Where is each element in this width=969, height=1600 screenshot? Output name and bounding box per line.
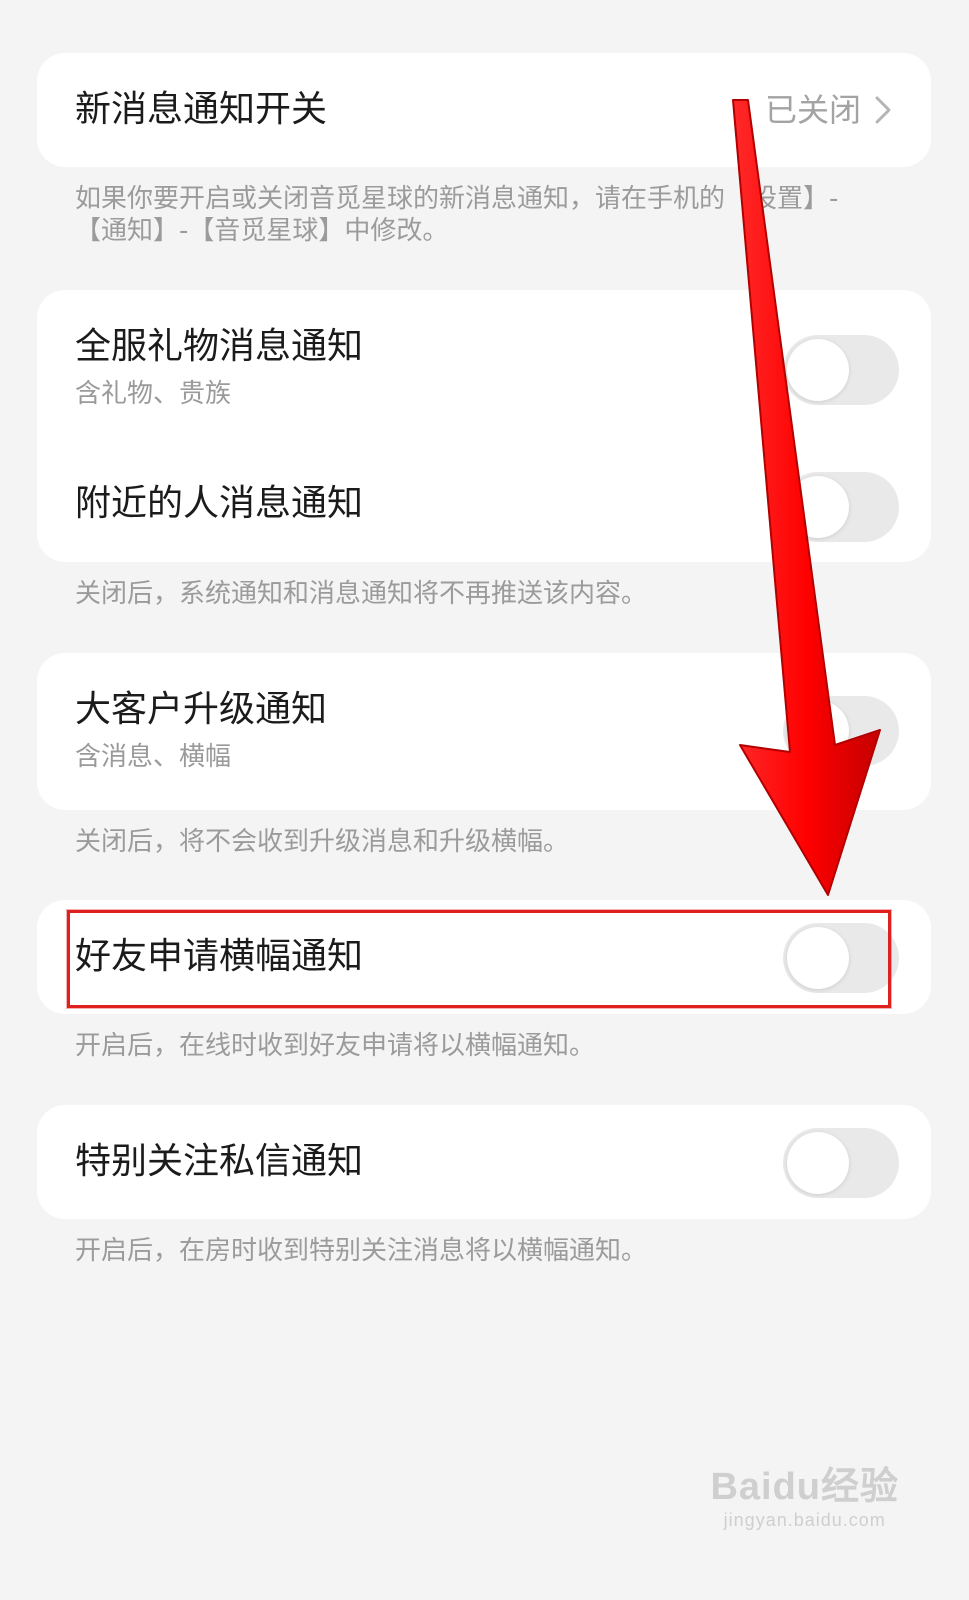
special-follow-row: 特别关注私信通知 xyxy=(37,1105,931,1219)
new-message-switch-row[interactable]: 新消息通知开关 已关闭 xyxy=(37,53,931,167)
gift-notification-toggle[interactable] xyxy=(783,335,899,405)
chevron-right-icon xyxy=(875,96,891,124)
toggle-knob xyxy=(787,927,849,989)
broadcast-card: 全服礼物消息通知 含礼物、贵族 附近的人消息通知 xyxy=(37,290,931,562)
new-message-description: 如果你要开启或关闭音觅星球的新消息通知，请在手机的【设置】-【通知】-【音觅星球… xyxy=(75,184,839,246)
gift-notification-label: 全服礼物消息通知 xyxy=(75,326,364,367)
vip-upgrade-row: 大客户升级通知 含消息、横幅 xyxy=(37,653,931,810)
friend-request-toggle[interactable] xyxy=(783,923,899,993)
toggle-knob xyxy=(787,1132,849,1194)
toggle-knob xyxy=(787,339,849,401)
special-follow-card: 特别关注私信通知 xyxy=(37,1105,931,1219)
vip-upgrade-toggle[interactable] xyxy=(783,696,899,766)
watermark-brand: Baidu经验 xyxy=(710,1466,899,1508)
special-follow-description: 开启后，在房时收到特别关注消息将以横幅通知。 xyxy=(75,1236,648,1266)
vip-upgrade-description: 关闭后，将不会收到升级消息和升级横幅。 xyxy=(75,827,570,857)
baidu-watermark: Baidu经验 jingyan.baidu.com xyxy=(710,1455,899,1531)
special-follow-toggle[interactable] xyxy=(783,1128,899,1198)
new-message-switch-status: 已关闭 xyxy=(764,91,861,129)
nearby-notification-row: 附近的人消息通知 xyxy=(37,440,931,562)
watermark-url: jingyan.baidu.com xyxy=(723,1510,886,1530)
friend-request-card: 好友申请横幅通知 xyxy=(37,900,931,1014)
vip-upgrade-label: 大客户升级通知 xyxy=(75,689,328,730)
vip-upgrade-sub: 含消息、横幅 xyxy=(75,742,232,772)
toggle-knob xyxy=(787,700,849,762)
vip-upgrade-card: 大客户升级通知 含消息、横幅 xyxy=(37,653,931,810)
friend-request-description: 开启后，在线时收到好友申请将以横幅通知。 xyxy=(75,1031,596,1061)
nearby-notification-label: 附近的人消息通知 xyxy=(75,483,364,524)
new-message-switch-label: 新消息通知开关 xyxy=(75,89,328,130)
toggle-knob xyxy=(787,476,849,538)
special-follow-label: 特别关注私信通知 xyxy=(75,1141,364,1182)
gift-notification-sub: 含礼物、贵族 xyxy=(75,379,232,409)
gift-notification-row: 全服礼物消息通知 含礼物、贵族 xyxy=(37,290,931,440)
new-message-card: 新消息通知开关 已关闭 xyxy=(37,53,931,167)
broadcast-description: 关闭后，系统通知和消息通知将不再推送该内容。 xyxy=(75,579,648,609)
friend-request-row: 好友申请横幅通知 xyxy=(37,900,931,1014)
nearby-notification-toggle[interactable] xyxy=(783,472,899,542)
friend-request-label: 好友申请横幅通知 xyxy=(75,936,364,977)
